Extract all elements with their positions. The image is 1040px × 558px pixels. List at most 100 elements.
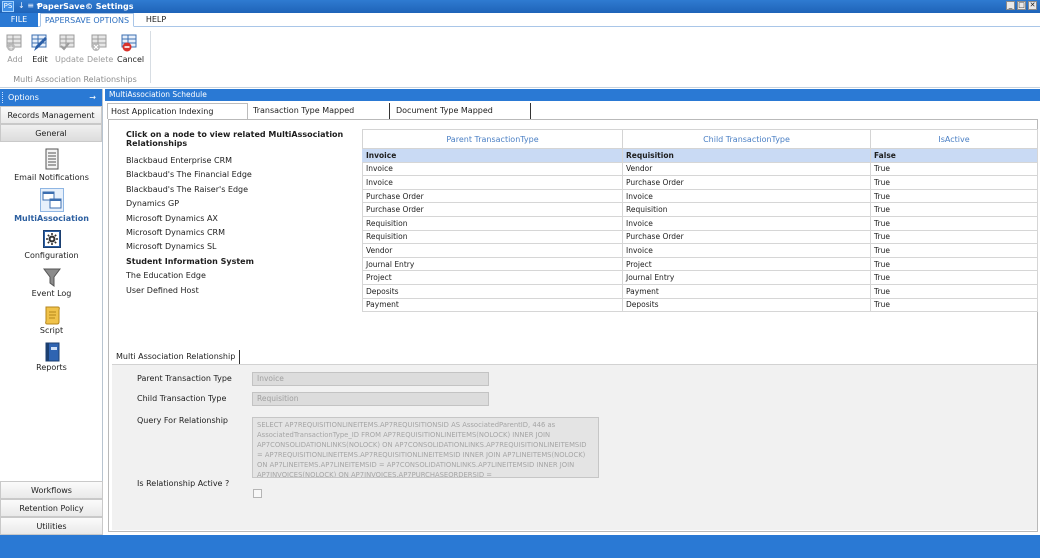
menu-file[interactable]: FILE xyxy=(0,13,38,27)
table-cell: Requisition xyxy=(622,202,871,217)
table-row[interactable]: Project Journal Entry True xyxy=(362,270,1038,285)
query-label: Query For Relationship xyxy=(137,416,229,425)
table-cell: True xyxy=(870,243,1038,258)
tab-host-application-indexing[interactable]: Host Application Indexing Association xyxy=(107,103,248,131)
table-cell: Journal Entry xyxy=(362,256,623,272)
table-cell: True xyxy=(870,229,1038,245)
minimize-button[interactable]: _ xyxy=(1006,1,1015,10)
table-cell: Invoice xyxy=(622,215,871,231)
table-row[interactable]: Journal Entry Project True xyxy=(362,256,1038,272)
tab-multi-association-relationship[interactable]: Multi Association Relationship xyxy=(112,350,241,364)
table-row[interactable]: Invoice Requisition False xyxy=(362,148,1038,163)
table-cell: Invoice xyxy=(622,243,871,258)
table-cell: Invoice xyxy=(622,188,871,204)
table-cell: Requisition xyxy=(362,215,623,231)
sidebar-item-email-notifications[interactable]: Email Notifications xyxy=(0,148,103,185)
ribbon-separator xyxy=(150,31,151,83)
table-row[interactable]: Purchase Order Requisition True xyxy=(362,202,1038,217)
status-bar xyxy=(0,535,1040,558)
relationship-active-checkbox[interactable] xyxy=(253,489,262,498)
table-row[interactable]: Requisition Purchase Order True xyxy=(362,229,1038,245)
table-row[interactable]: Invoice Vendor True xyxy=(362,161,1038,177)
table-row[interactable]: Deposits Payment True xyxy=(362,283,1038,299)
child-transaction-label: Child Transaction Type xyxy=(137,394,227,403)
tree-node-selected[interactable]: Student Information System xyxy=(126,255,356,269)
table-row[interactable]: Payment Deposits True xyxy=(362,297,1038,313)
table-cell: False xyxy=(870,148,1038,163)
sidebar-utilities[interactable]: Utilities xyxy=(0,517,103,535)
update-icon xyxy=(58,32,78,52)
relationship-active-label: Is Relationship Active ? xyxy=(137,479,230,488)
tree-node[interactable]: The Education Edge xyxy=(126,269,356,283)
edit-icon xyxy=(30,32,50,52)
table-cell: Purchase Order xyxy=(622,229,871,245)
table-cell: Invoice xyxy=(362,175,623,190)
table-cell: Purchase Order xyxy=(362,202,623,217)
menu-help[interactable]: HELP xyxy=(140,13,172,27)
child-transaction-field[interactable]: Requisition xyxy=(252,392,489,406)
table-cell: Requisition xyxy=(362,229,623,245)
tree-node[interactable]: Microsoft Dynamics SL xyxy=(126,240,356,254)
table-row[interactable]: Invoice Purchase Order True xyxy=(362,175,1038,190)
tree-node[interactable]: User Defined Host xyxy=(126,284,356,298)
pin-icon[interactable]: → xyxy=(89,89,96,106)
add-icon: + xyxy=(5,32,25,52)
tree-node[interactable]: Blackbaud's The Financial Edge xyxy=(126,168,356,182)
table-cell: Project xyxy=(362,270,623,285)
update-button[interactable]: Update xyxy=(55,32,84,72)
sidebar-item-script[interactable]: Script xyxy=(0,305,103,342)
add-button[interactable]: + Add xyxy=(2,32,28,72)
restore-button[interactable]: □ xyxy=(1017,1,1026,10)
menu-papersave-options[interactable]: PAPERSAVE OPTIONS xyxy=(40,13,134,27)
sidebar-workflows[interactable]: Workflows xyxy=(0,481,103,499)
table-row[interactable]: Purchase Order Invoice True xyxy=(362,188,1038,204)
sidebar-item-multiassociation[interactable]: MultiAssociation xyxy=(0,188,103,226)
column-header-isactive[interactable]: IsActive xyxy=(870,129,1038,149)
host-tree: Click on a node to view related MultiAss… xyxy=(126,130,356,298)
table-row[interactable]: Vendor Invoice True xyxy=(362,243,1038,258)
tab-transaction-type-mapped[interactable]: Transaction Type Mapped Association xyxy=(250,103,390,130)
tree-node[interactable]: Blackbaud Enterprise CRM xyxy=(126,154,356,168)
query-textarea[interactable]: SELECT AP7REQUISITIONLINEITEMS.AP7REQUIS… xyxy=(252,417,599,478)
association-tabs: Host Application Indexing Association Tr… xyxy=(105,103,1040,131)
cancel-icon xyxy=(120,32,140,52)
menu-bar: FILE PAPERSAVE OPTIONS HELP xyxy=(0,13,1040,27)
table-cell: True xyxy=(870,215,1038,231)
email-notifications-icon xyxy=(43,148,61,170)
parent-transaction-field[interactable]: Invoice xyxy=(252,372,489,386)
main-header: MultiAssociation Schedule xyxy=(105,89,1040,101)
tab-document-type-mapped[interactable]: Document Type Mapped Association xyxy=(393,103,531,130)
tree-node[interactable]: Microsoft Dynamics AX xyxy=(126,212,356,226)
close-button[interactable]: ✕ xyxy=(1028,1,1037,10)
sidebar-item-list: Email Notifications MultiAssociation Con… xyxy=(0,142,102,481)
tree-node[interactable]: Microsoft Dynamics CRM xyxy=(126,226,356,240)
sidebar-retention-policy[interactable]: Retention Policy xyxy=(0,499,103,517)
column-header-child[interactable]: Child TransactionType xyxy=(622,129,871,149)
table-cell: Purchase Order xyxy=(622,175,871,190)
edit-button[interactable]: Edit xyxy=(27,32,53,72)
cancel-button[interactable]: Cancel xyxy=(117,32,144,72)
column-header-parent[interactable]: Parent TransactionType xyxy=(362,129,623,149)
table-cell: True xyxy=(870,270,1038,285)
table-cell: Journal Entry xyxy=(622,270,871,285)
sidebar-item-configuration[interactable]: Configuration xyxy=(0,230,103,267)
sidebar-item-event-log[interactable]: Event Log xyxy=(0,268,103,305)
sidebar-general[interactable]: General xyxy=(0,124,102,142)
tree-node[interactable]: Blackbaud's The Raiser's Edge xyxy=(126,183,356,197)
papersave-logo-icon: PS xyxy=(2,1,14,12)
tree-node[interactable]: Dynamics GP xyxy=(126,197,356,211)
table-cell: Payment xyxy=(622,283,871,299)
sidebar-records-management[interactable]: Records Management xyxy=(0,106,102,124)
script-icon xyxy=(43,305,61,325)
tree-heading: Click on a node to view related MultiAss… xyxy=(126,130,344,148)
main-content: MultiAssociation Schedule Host Applicati… xyxy=(105,89,1040,535)
table-cell: Invoice xyxy=(362,148,623,163)
sidebar-item-reports[interactable]: Reports xyxy=(0,342,103,379)
table-row[interactable]: Requisition Invoice True xyxy=(362,215,1038,231)
table-cell: True xyxy=(870,283,1038,299)
table-cell: Purchase Order xyxy=(362,188,623,204)
title-bar: PS ↓ ≡ ▾ PaperSave© Settings _ □ ✕ xyxy=(0,0,1040,13)
delete-button[interactable]: Delete xyxy=(87,32,113,72)
table-cell: Invoice xyxy=(362,161,623,177)
table-cell: True xyxy=(870,256,1038,272)
